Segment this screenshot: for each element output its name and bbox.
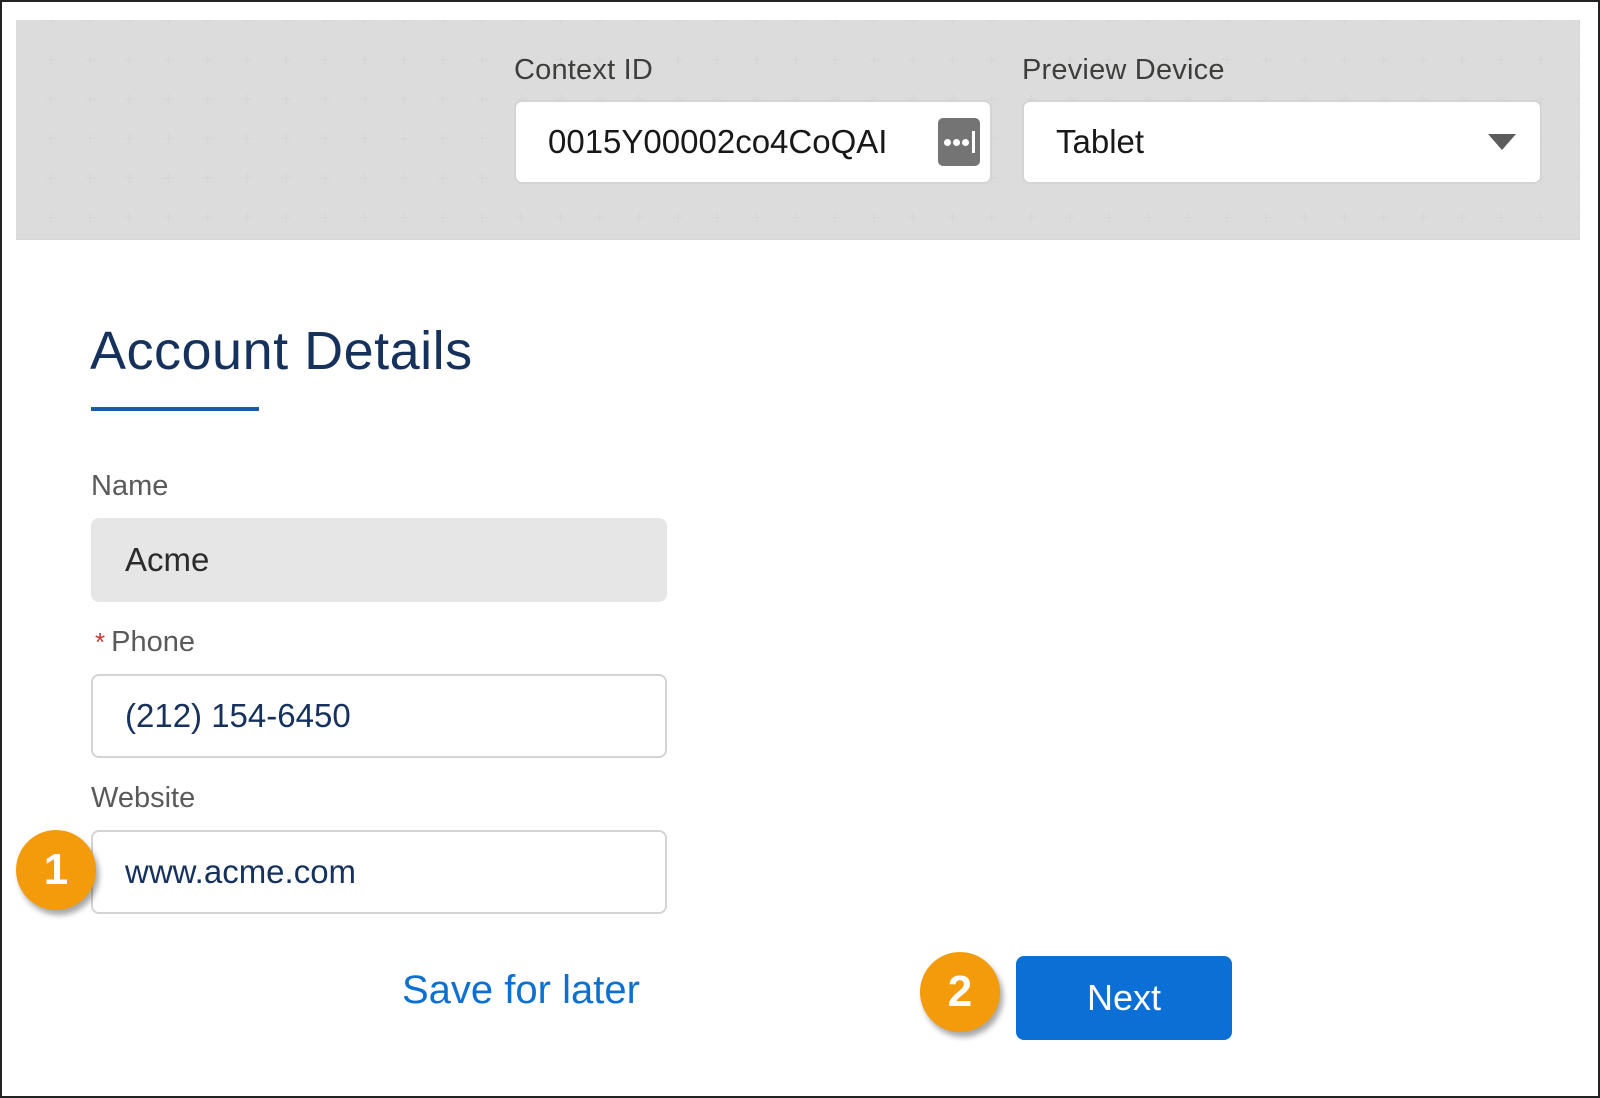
phone-value: (212) 154-6450 [125, 697, 351, 734]
save-for-later-button[interactable]: Save for later [402, 968, 640, 1013]
context-id-label: Context ID [514, 54, 653, 86]
website-value: www.acme.com [125, 853, 357, 890]
website-label: Website [91, 782, 196, 814]
caret-down-icon[interactable] [1488, 134, 1516, 150]
preview-header: Context ID 0015Y00002co4CoQAI Preview De… [16, 20, 1580, 240]
name-field: Acme [91, 518, 667, 602]
screenshot-frame: Context ID 0015Y00002co4CoQAI Preview De… [0, 0, 1600, 1098]
required-marker: * [95, 627, 106, 657]
phone-label: Phone [111, 626, 195, 658]
preview-device-value: Tablet [1056, 123, 1145, 160]
section-title: Account Details [90, 321, 473, 381]
callout-badge-2: 2 [920, 952, 1000, 1032]
callout-badge-1: 1 [16, 830, 96, 910]
preview-device-select[interactable]: Tablet [1022, 100, 1542, 184]
ellipsis-lookup-icon[interactable] [938, 118, 980, 166]
phone-label-row: * Phone [95, 626, 195, 659]
website-input[interactable]: www.acme.com [91, 830, 667, 914]
name-label: Name [91, 470, 169, 502]
context-id-value: 0015Y00002co4CoQAI [548, 123, 888, 160]
next-button[interactable]: Next [1016, 956, 1232, 1040]
title-underline [91, 407, 259, 411]
name-value: Acme [125, 541, 210, 578]
phone-input[interactable]: (212) 154-6450 [91, 674, 667, 758]
preview-device-label: Preview Device [1022, 54, 1225, 86]
context-id-input[interactable]: 0015Y00002co4CoQAI [514, 100, 992, 184]
